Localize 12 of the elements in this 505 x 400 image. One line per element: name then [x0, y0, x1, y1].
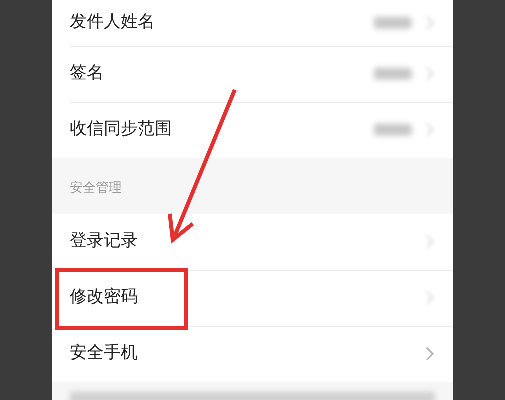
settings-row[interactable]: 发件人姓名 — [52, 0, 453, 46]
row-label: 安全手机 — [70, 342, 138, 366]
settings-row[interactable]: 收信同步范围 — [52, 102, 453, 158]
row-label: 签名 — [70, 62, 104, 86]
row-label: 修改密码 — [70, 286, 138, 310]
row-label: 发件人姓名 — [70, 11, 155, 34]
row-label: 登录记录 — [70, 230, 138, 254]
section-header: 安全管理 — [70, 180, 122, 198]
settings-row[interactable]: 签名 — [52, 46, 453, 102]
row-label: 收信同步范围 — [70, 118, 172, 142]
settings-row[interactable]: 登录记录 — [52, 214, 453, 270]
settings-row[interactable]: 安全手机 — [52, 326, 453, 382]
